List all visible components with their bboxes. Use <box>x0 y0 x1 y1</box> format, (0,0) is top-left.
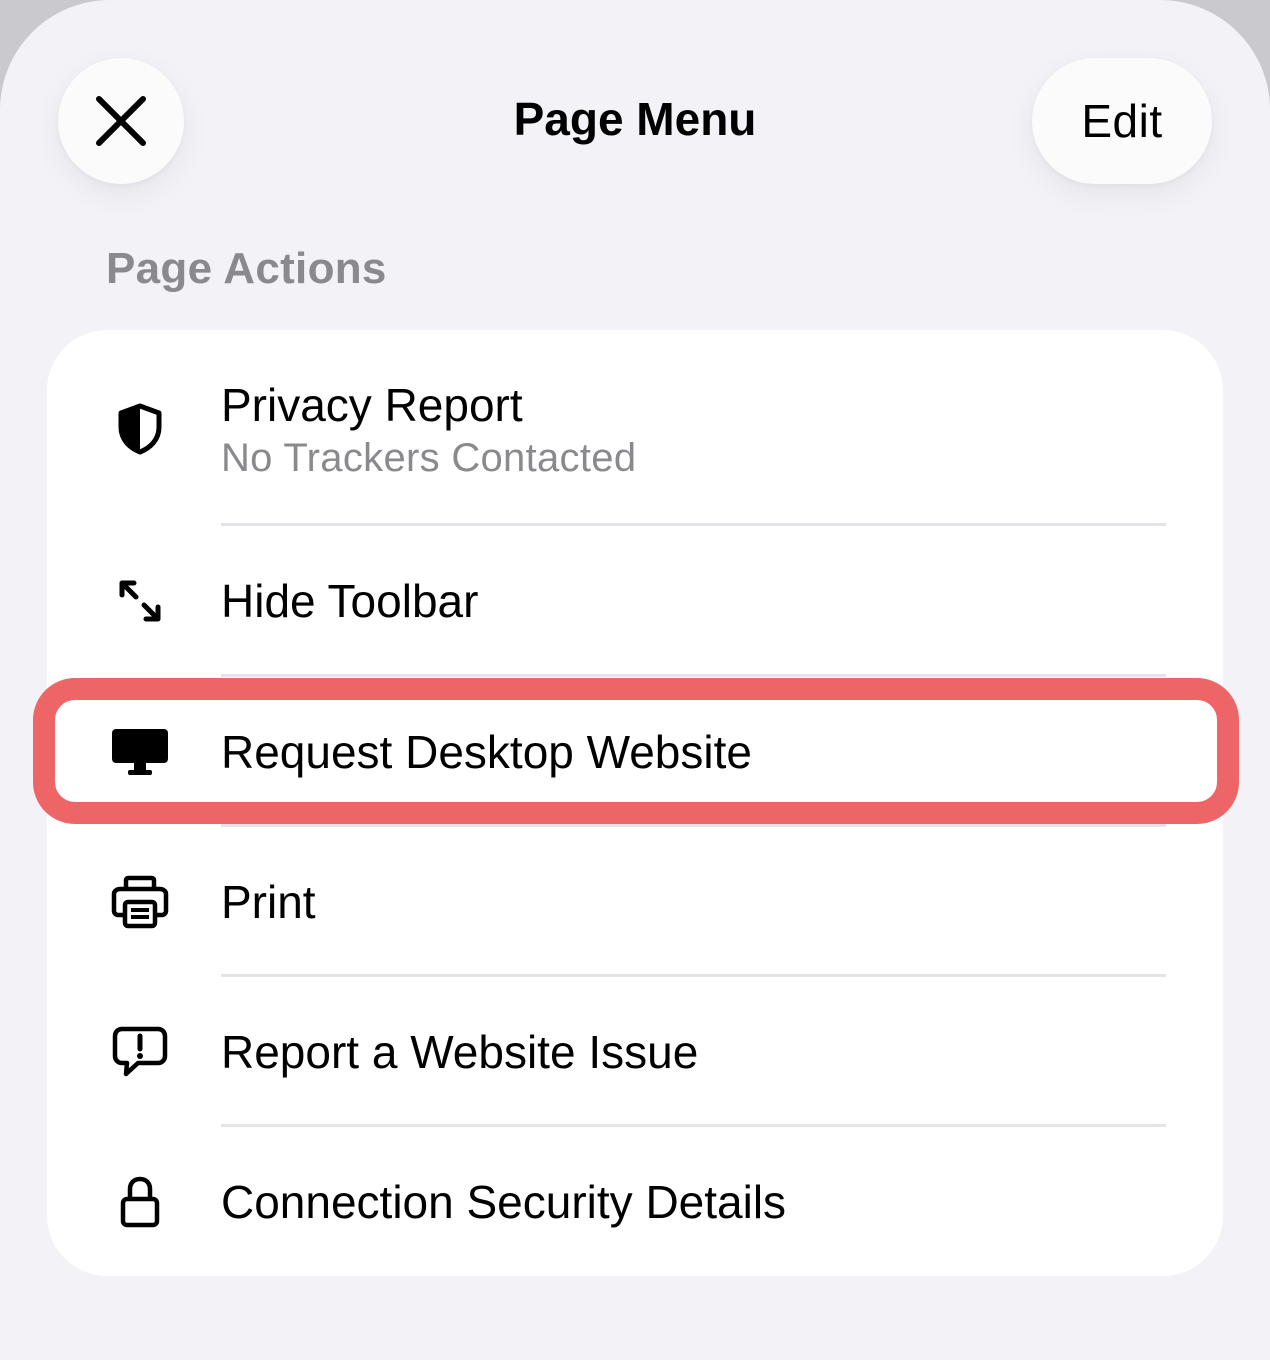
menu-item-sublabel: No Trackers Contacted <box>221 436 637 480</box>
menu-item-label: Request Desktop Website <box>221 726 752 778</box>
menu-item-print[interactable]: Print <box>47 827 1223 977</box>
lock-icon <box>105 1167 175 1237</box>
menu-item-report-website-issue[interactable]: Report a Website Issue <box>47 977 1223 1127</box>
menu-item-label: Print <box>221 876 316 928</box>
menu-item-label: Report a Website Issue <box>221 1026 699 1078</box>
menu-item-label: Connection Security Details <box>221 1176 787 1228</box>
menu-item-label: Privacy Report <box>221 379 523 431</box>
page-menu-sheet: Page Menu Edit Page Actions Privacy Repo… <box>0 0 1270 1360</box>
menu-item-label: Hide Toolbar <box>221 575 479 627</box>
edit-button[interactable]: Edit <box>1032 58 1212 184</box>
shield-icon <box>105 394 175 464</box>
menu-item-hide-toolbar[interactable]: Hide Toolbar <box>47 526 1223 676</box>
section-header: Page Actions <box>106 244 387 293</box>
printer-icon <box>105 867 175 937</box>
expand-arrows-icon <box>105 566 175 636</box>
desktop-icon <box>105 717 175 787</box>
menu-item-connection-security-details[interactable]: Connection Security Details <box>47 1127 1223 1276</box>
speech-bubble-exclamation-icon <box>105 1017 175 1087</box>
menu-item-request-desktop-website[interactable]: Request Desktop Website <box>47 677 1223 827</box>
page-actions-card: Privacy Report No Trackers Contacted Hid… <box>47 330 1223 1276</box>
menu-item-privacy-report[interactable]: Privacy Report No Trackers Contacted <box>47 330 1223 525</box>
